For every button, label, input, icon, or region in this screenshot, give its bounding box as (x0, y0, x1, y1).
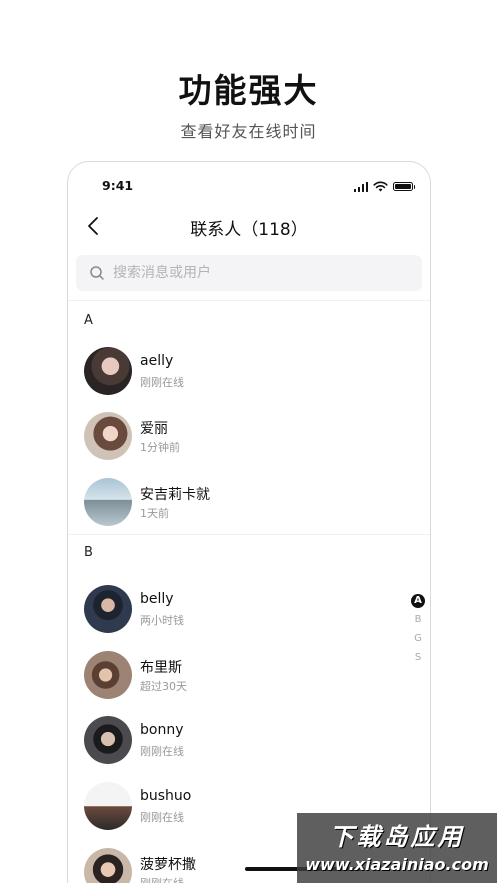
alphabet-index: A B G S (411, 594, 427, 670)
contact-name: bonny (140, 722, 184, 738)
phone-frame: 9:41 联系人（118） A aelly 刚刚在 (67, 161, 431, 883)
contact-row[interactable]: 布里斯 超过30天 (84, 651, 384, 701)
avatar (84, 651, 132, 699)
avatar (84, 585, 132, 633)
status-bar: 9:41 (68, 178, 430, 198)
page-title: 联系人（118） (190, 220, 308, 240)
watermark-url: www.xiazainiao.com (305, 855, 489, 874)
index-letter-a[interactable]: A (411, 594, 425, 608)
contact-name: 菠萝杯撒 (140, 857, 196, 873)
avatar (84, 848, 132, 883)
contact-status: 刚刚在线 (140, 745, 184, 758)
avatar (84, 782, 132, 830)
avatar (84, 347, 132, 395)
avatar (84, 478, 132, 526)
status-icons (353, 181, 415, 192)
contact-status: 刚刚在线 (140, 376, 184, 389)
contact-name: 布里斯 (140, 660, 182, 676)
index-letter-g[interactable]: G (411, 632, 425, 646)
search-bar[interactable] (76, 255, 422, 291)
contact-status: 刚刚在线 (140, 811, 184, 824)
search-input[interactable] (113, 255, 403, 291)
contact-name: 爱丽 (140, 421, 168, 437)
contact-status: 超过30天 (140, 680, 187, 693)
wifi-icon (373, 181, 388, 192)
watermark-title: 下载岛应用 (329, 823, 465, 851)
index-letter-s[interactable]: S (411, 651, 425, 665)
contact-name: aelly (140, 353, 174, 369)
contact-status: 1天前 (140, 507, 169, 520)
divider (68, 534, 430, 535)
promo-title: 功能强大 (178, 71, 319, 110)
contact-name: belly (140, 591, 174, 607)
contact-row[interactable]: 安吉莉卡就 1天前 (84, 478, 384, 528)
contact-status: 刚刚在线 (140, 875, 184, 883)
contact-row[interactable]: aelly 刚刚在线 (84, 347, 384, 397)
contact-status: 1分钟前 (140, 441, 180, 454)
divider (68, 300, 430, 301)
status-time: 9:41 (102, 178, 134, 193)
section-header-b: B (84, 545, 93, 560)
contact-name: 安吉莉卡就 (140, 487, 210, 503)
section-header-a: A (84, 313, 93, 328)
nav-bar: 联系人（118） (68, 208, 430, 244)
watermark: 下载岛应用 www.xiazainiao.com (297, 813, 497, 883)
contact-row[interactable]: 爱丽 1分钟前 (84, 412, 384, 462)
contact-row[interactable]: bonny 刚刚在线 (84, 716, 384, 766)
promo-subtitle: 查看好友在线时间 (180, 122, 317, 141)
contact-name: bushuo (140, 788, 192, 804)
search-icon (90, 266, 104, 280)
index-letter-b[interactable]: B (411, 613, 425, 627)
avatar (84, 412, 132, 460)
contact-row[interactable]: belly 两小时钱 (84, 585, 384, 635)
battery-icon (393, 182, 415, 191)
signal-icon (353, 181, 368, 192)
avatar (84, 716, 132, 764)
contact-status: 两小时钱 (140, 614, 184, 627)
